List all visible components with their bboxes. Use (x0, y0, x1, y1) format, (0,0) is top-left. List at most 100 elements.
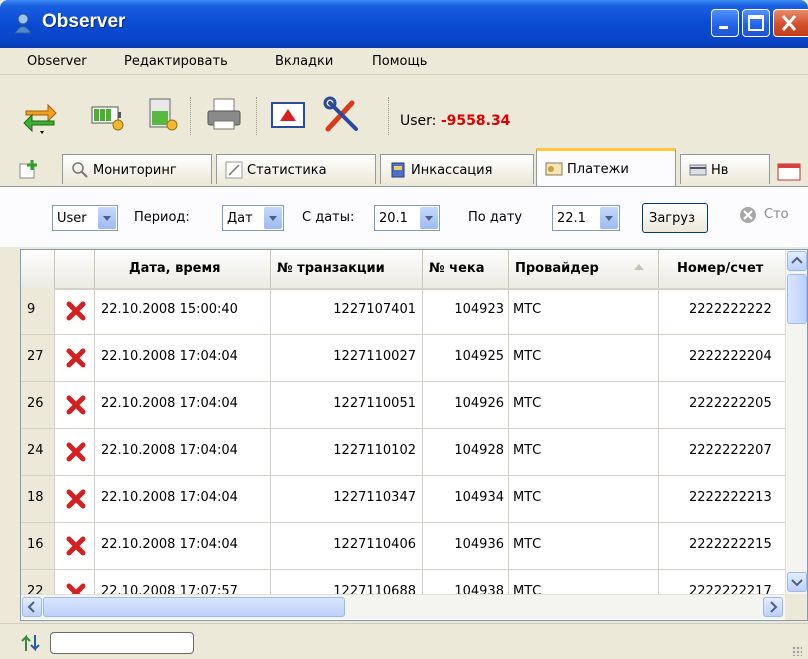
table-row[interactable]: 16 22.10.2008 17:04:04 1227110406 104936… (21, 523, 785, 570)
header-provider[interactable]: Провайдер (509, 250, 659, 288)
provider-cell: МТС (509, 288, 659, 334)
horizontal-scrollbar[interactable] (21, 594, 785, 619)
tab-collection[interactable]: Инкассация (380, 154, 534, 184)
toolbar-separator (388, 97, 391, 135)
tab-statistics[interactable]: Статистика (216, 154, 376, 184)
account-cell: 2222222207 (689, 443, 772, 458)
table-row[interactable]: 27 22.10.2008 17:04:04 1227110027 104925… (21, 335, 785, 382)
menu-tabs[interactable]: Вкладки (275, 54, 333, 69)
provider-cell: МТС (509, 523, 659, 569)
chevron-up-icon (791, 256, 803, 264)
table-row[interactable]: 18 22.10.2008 17:04:04 1227110347 104934… (21, 476, 785, 523)
scroll-up-button[interactable] (787, 251, 807, 271)
user-balance-value: -9558.34 (440, 113, 511, 129)
sync-icon[interactable] (20, 95, 60, 135)
delete-icon[interactable] (65, 488, 87, 510)
toolbar-separator (190, 97, 193, 135)
chart-icon (225, 161, 243, 179)
stop-button-label: Сто (764, 207, 789, 222)
calendar-icon[interactable] (776, 160, 802, 182)
datetime-cell: 22.10.2008 17:04:04 (95, 429, 271, 475)
to-date-value: 22.1 (557, 211, 586, 226)
close-button[interactable] (773, 9, 808, 37)
chevron-down-icon (420, 207, 438, 229)
tab-payments[interactable]: Платежи (536, 148, 676, 186)
vertical-scrollbar[interactable] (785, 250, 807, 594)
check-cell: 104925 (423, 335, 509, 381)
app-icon (14, 13, 32, 34)
minimize-button[interactable] (711, 9, 739, 37)
window-title: Observer (42, 11, 126, 32)
datetime-cell: 22.10.2008 17:04:04 (95, 335, 271, 381)
transaction-cell: 1227110051 (271, 382, 423, 428)
maximize-button[interactable] (742, 9, 770, 37)
period-select[interactable]: Дат (222, 205, 284, 231)
battery-settings-icon[interactable] (88, 95, 128, 135)
table-row[interactable]: 24 22.10.2008 17:04:04 1227110102 104928… (21, 429, 785, 476)
header-check[interactable]: № чека (423, 250, 509, 288)
report-icon[interactable] (268, 95, 308, 135)
transaction-cell: 1227107401 (271, 288, 423, 334)
menu-edit[interactable]: Редактировать (124, 54, 228, 69)
close-icon (781, 15, 797, 31)
chevron-down-icon (791, 579, 803, 587)
menu-help[interactable]: Помощь (372, 54, 427, 69)
provider-cell: МТС (509, 429, 659, 475)
header-transaction[interactable]: № транзакции (271, 250, 423, 288)
menu-observer[interactable]: Observer (27, 54, 87, 69)
scroll-down-button[interactable] (787, 572, 807, 592)
delete-cell[interactable] (55, 523, 95, 569)
chevron-down-icon (264, 207, 282, 229)
header-account[interactable]: Номер/счет (659, 250, 785, 288)
new-tab-icon[interactable] (18, 158, 40, 180)
vertical-scroll-thumb[interactable] (787, 274, 807, 324)
payments-table: Дата, время № транзакции № чека Провайде… (20, 249, 808, 621)
delete-cell[interactable] (55, 288, 95, 334)
print-icon[interactable] (204, 95, 244, 135)
table-row[interactable]: 9 22.10.2008 15:00:40 1227107401 104923 … (21, 288, 785, 335)
toolbar-separator (256, 97, 259, 135)
resize-grip[interactable] (792, 646, 802, 656)
delete-icon[interactable] (65, 441, 87, 463)
table-row[interactable]: 26 22.10.2008 17:04:04 1227110051 104926… (21, 382, 785, 429)
tab-monitoring-label: Мониторинг (93, 163, 177, 178)
to-date-select[interactable]: 22.1 (552, 205, 620, 231)
row-number: 26 (21, 382, 55, 428)
document-settings-icon[interactable] (142, 95, 182, 135)
datetime-cell: 22.10.2008 15:00:40 (95, 288, 271, 334)
delete-cell[interactable] (55, 382, 95, 428)
from-date-select[interactable]: 20.1 (374, 205, 440, 231)
scroll-left-button[interactable] (22, 597, 42, 617)
from-date-value: 20.1 (379, 211, 408, 226)
delete-icon[interactable] (65, 535, 87, 557)
header-row-number (21, 250, 55, 288)
delete-icon[interactable] (65, 300, 87, 322)
load-button-label: Загруз (649, 211, 695, 226)
delete-cell[interactable] (55, 335, 95, 381)
delete-cell[interactable] (55, 429, 95, 475)
check-cell: 104936 (423, 523, 509, 569)
delete-icon[interactable] (65, 394, 87, 416)
period-select-value: Дат (227, 211, 253, 226)
horizontal-scroll-thumb[interactable] (43, 597, 345, 617)
search-icon (72, 162, 88, 178)
row-number: 9 (21, 288, 55, 334)
delete-icon[interactable] (65, 347, 87, 369)
header-datetime[interactable]: Дата, время (95, 250, 271, 288)
title-bar[interactable]: Observer (0, 0, 808, 48)
toolbar: User: -9558.34 (0, 75, 808, 147)
tools-icon[interactable] (322, 95, 362, 135)
account-cell: 2222222213 (689, 490, 772, 505)
scroll-right-button[interactable] (763, 597, 783, 617)
load-button[interactable]: Загруз (642, 203, 708, 233)
payments-icon (545, 162, 563, 176)
tab-statistics-label: Статистика (247, 163, 327, 178)
account-cell: 2222222222 (689, 302, 772, 317)
user-balance: User: -9558.34 (400, 113, 510, 129)
tab-partial[interactable]: Нв (680, 154, 770, 184)
connection-status-icon (21, 634, 40, 652)
tab-bar: Мониторинг Статистика Инкассация Платежи… (0, 148, 808, 330)
delete-cell[interactable] (55, 476, 95, 522)
tab-monitoring[interactable]: Мониторинг (62, 154, 212, 184)
user-select[interactable]: User (52, 205, 118, 231)
